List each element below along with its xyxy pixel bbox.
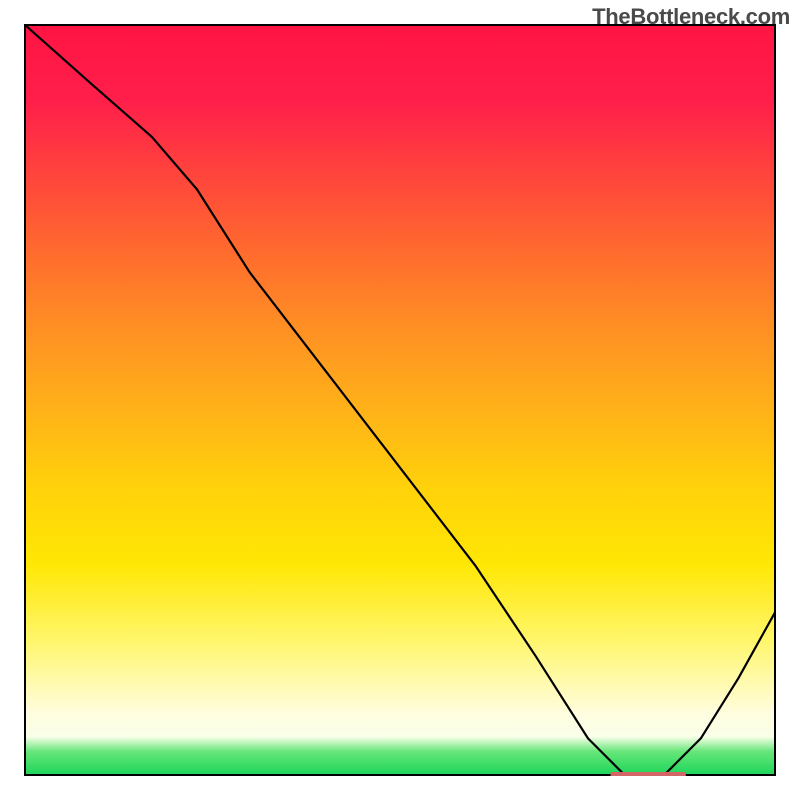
chart-panel bbox=[24, 24, 776, 776]
chart-stage: TheBottleneck.com bbox=[0, 0, 800, 800]
